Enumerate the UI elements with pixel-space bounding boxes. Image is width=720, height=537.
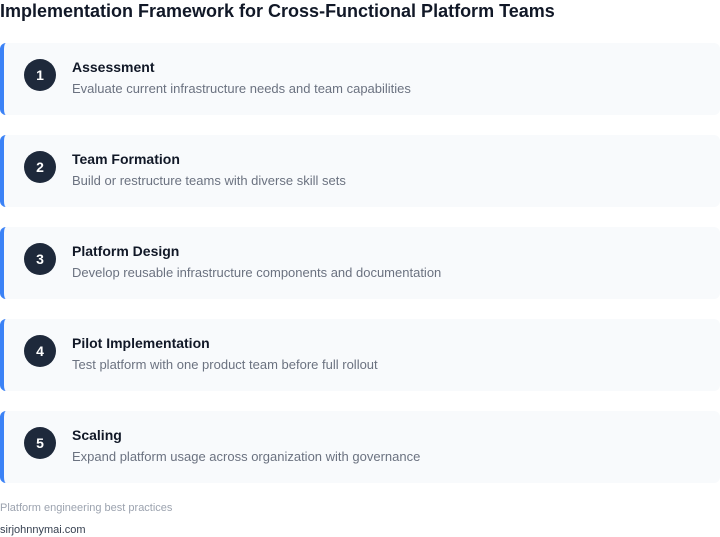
step-description: Test platform with one product team befo… [72,357,378,372]
step-number-badge: 3 [24,243,56,275]
step-title: Scaling [72,427,122,443]
step-title: Team Formation [72,151,180,167]
step-card-pilot-implementation: 4 Pilot Implementation Test platform wit… [0,319,720,391]
step-list: 1 Assessment Evaluate current infrastruc… [0,43,720,503]
step-number-badge: 2 [24,151,56,183]
footer-note: Platform engineering best practices [0,502,173,514]
step-number-badge: 5 [24,427,56,459]
step-description: Develop reusable infrastructure componen… [72,265,442,280]
step-title: Pilot Implementation [72,335,210,351]
step-card-team-formation: 2 Team Formation Build or restructure te… [0,135,720,207]
step-description: Build or restructure teams with diverse … [72,173,346,188]
page-title: Implementation Framework for Cross-Funct… [0,1,555,21]
step-number-badge: 4 [24,335,56,367]
step-number-badge: 1 [24,59,56,91]
step-card-platform-design: 3 Platform Design Develop reusable infra… [0,227,720,299]
step-title: Platform Design [72,243,180,259]
step-description: Evaluate current infrastructure needs an… [72,81,411,96]
step-card-scaling: 5 Scaling Expand platform usage across o… [0,411,720,483]
step-title: Assessment [72,59,155,75]
step-description: Expand platform usage across organizatio… [72,449,421,464]
footer-site-link[interactable]: sirjohnnymai.com [0,524,86,537]
step-card-assessment: 1 Assessment Evaluate current infrastruc… [0,43,720,115]
